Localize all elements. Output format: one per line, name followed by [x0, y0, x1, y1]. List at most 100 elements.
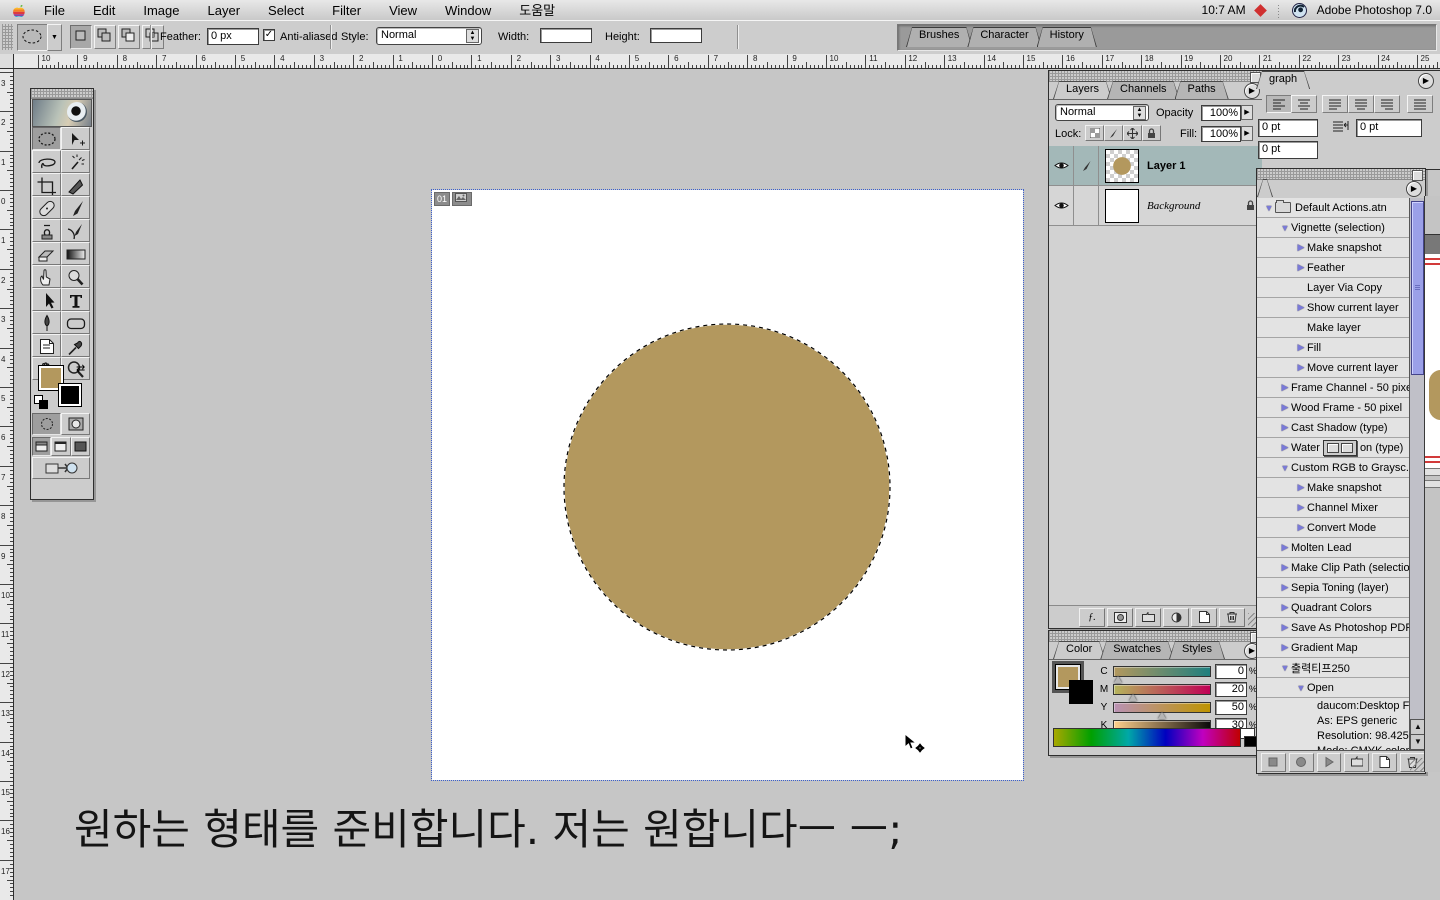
lock-all-button[interactable]	[1142, 125, 1161, 141]
type-tool[interactable]	[61, 288, 90, 311]
background-color-swatch[interactable]	[1069, 680, 1093, 704]
action-row[interactable]: ▶Quadrant Colors	[1257, 598, 1409, 618]
slider-value-input[interactable]: 20	[1215, 682, 1247, 697]
lock-pixels-button[interactable]	[1104, 125, 1123, 141]
action-row[interactable]: ▶Channel Mixer	[1257, 498, 1409, 518]
quick-mask-mode-button[interactable]	[61, 413, 90, 435]
fill-input[interactable]: 100%	[1201, 126, 1241, 142]
align-button-0[interactable]	[1266, 95, 1292, 113]
action-row[interactable]: ▶Fill	[1257, 338, 1409, 358]
action-row[interactable]: ▼Vignette (selection)	[1257, 218, 1409, 238]
menu-item-View[interactable]: View	[375, 1, 431, 20]
slider-track[interactable]	[1113, 666, 1211, 677]
align-button-4[interactable]	[1374, 95, 1400, 113]
blend-mode-select[interactable]: Normal▲▼	[1055, 104, 1149, 121]
collapsed-arrow-icon[interactable]: ▶	[1279, 442, 1291, 453]
collapsed-arrow-icon[interactable]: ▶	[1279, 642, 1291, 653]
visibility-eye-icon[interactable]	[1049, 186, 1074, 225]
align-button-5[interactable]	[1407, 95, 1433, 113]
mini-widget-box[interactable]	[1341, 443, 1353, 453]
photoshop-app-icon[interactable]	[1292, 3, 1307, 18]
menu-item-Select[interactable]: Select	[254, 1, 318, 20]
expanded-arrow-icon[interactable]: ▼	[1279, 223, 1291, 233]
indent-first-field[interactable]: 0 pt	[1258, 141, 1318, 159]
anti-aliased-checkbox[interactable]: ✓	[263, 29, 275, 41]
action-row[interactable]: ▶Move current layer	[1257, 358, 1409, 378]
action-row[interactable]: ▶Wood Frame - 50 pixel	[1257, 398, 1409, 418]
app-name[interactable]: Adobe Photoshop 7.0	[1317, 3, 1432, 17]
clone-stamp-tool[interactable]	[32, 219, 61, 242]
mini-widget-box[interactable]	[1327, 443, 1339, 453]
well-tab-history[interactable]: History	[1037, 27, 1097, 47]
gradient-tool[interactable]	[61, 242, 90, 265]
action-row[interactable]: ▶Make snapshot	[1257, 478, 1409, 498]
stop-button[interactable]	[1261, 753, 1286, 772]
tool-preset-dropdown[interactable]: ▼	[47, 24, 62, 51]
layer-style-button[interactable]: ƒ.	[1079, 608, 1105, 627]
opacity-input[interactable]: 100%	[1201, 105, 1241, 121]
collapsed-arrow-icon[interactable]: ▶	[1279, 402, 1291, 413]
menu-item-Filter[interactable]: Filter	[318, 1, 375, 20]
pen-tool[interactable]	[32, 311, 61, 334]
eraser-tool[interactable]	[32, 242, 61, 265]
visibility-eye-icon[interactable]	[1049, 146, 1074, 185]
actions-tab[interactable]	[1257, 179, 1273, 197]
eyedropper-tool[interactable]	[61, 334, 90, 357]
menu-item-Layer[interactable]: Layer	[194, 1, 255, 20]
width-input[interactable]	[540, 28, 592, 43]
smudge-tool[interactable]	[32, 265, 61, 288]
action-row[interactable]: ▶Sepia Toning (layer)	[1257, 578, 1409, 598]
horizontal-ruler[interactable]: 1098765432101234567891011121314151617181…	[0, 54, 1440, 69]
move-tool[interactable]	[61, 127, 90, 150]
indent-right-field[interactable]: 0 pt	[1356, 119, 1422, 137]
standard-screen-button[interactable]	[32, 437, 51, 456]
action-row[interactable]: ▼출력티프250	[1257, 658, 1409, 678]
action-row[interactable]: ▼Default Actions.atn	[1257, 198, 1409, 218]
delete-layer-button[interactable]	[1219, 608, 1245, 627]
action-row[interactable]: ▶Convert Mode	[1257, 518, 1409, 538]
tab-paths[interactable]: Paths	[1175, 81, 1229, 99]
clock[interactable]: 10:7 AM	[1202, 3, 1246, 17]
add-to-selection-button[interactable]	[94, 25, 116, 49]
toolbox-banner[interactable]	[32, 99, 92, 127]
collapsed-arrow-icon[interactable]: ▶	[1279, 542, 1291, 553]
shape-tool[interactable]	[61, 311, 90, 334]
palette-menu-button[interactable]: ▶	[1406, 181, 1422, 197]
tab-styles[interactable]: Styles	[1169, 641, 1225, 659]
fill-arrow[interactable]: ▶	[1241, 126, 1253, 141]
feather-input[interactable]: 0 px	[207, 28, 259, 45]
new-set-button[interactable]	[1344, 753, 1369, 772]
elliptical-marquee-tool[interactable]	[32, 127, 61, 150]
standard-mode-button[interactable]	[32, 413, 61, 435]
stepper-icon[interactable]: ▲▼	[1133, 106, 1146, 120]
action-row[interactable]: ▶Molten Lead	[1257, 538, 1409, 558]
color-spectrum-ramp[interactable]	[1053, 728, 1241, 747]
align-button-1[interactable]	[1291, 95, 1317, 113]
path-select-tool[interactable]	[32, 288, 61, 311]
expanded-arrow-icon[interactable]: ▼	[1295, 683, 1307, 693]
align-button-2[interactable]	[1322, 95, 1348, 113]
action-row[interactable]: ▶Cast Shadow (type)	[1257, 418, 1409, 438]
current-tool-button[interactable]	[17, 24, 49, 51]
action-row[interactable]: ▼Custom RGB to Graysc...	[1257, 458, 1409, 478]
action-row[interactable]: Make layer	[1257, 318, 1409, 338]
collapsed-arrow-icon[interactable]: ▶	[1279, 422, 1291, 433]
new-action-button[interactable]	[1372, 753, 1397, 772]
indent-left-field[interactable]: 0 pt	[1258, 119, 1318, 137]
slider-value-input[interactable]: 50	[1215, 700, 1247, 715]
magic-wand-tool[interactable]	[61, 150, 90, 173]
record-button[interactable]	[1289, 753, 1314, 772]
collapsed-arrow-icon[interactable]: ▶	[1295, 362, 1307, 373]
collapsed-arrow-icon[interactable]: ▶	[1279, 382, 1291, 393]
slider-value-input[interactable]: 0	[1215, 664, 1247, 679]
slider-track[interactable]	[1113, 684, 1211, 695]
menu-item-Edit[interactable]: Edit	[79, 1, 129, 20]
play-button[interactable]	[1317, 753, 1342, 772]
action-row[interactable]: ▶Frame Channel - 50 pixel	[1257, 378, 1409, 398]
collapsed-arrow-icon[interactable]: ▶	[1295, 502, 1307, 513]
scrollbar-thumb[interactable]	[1411, 201, 1424, 375]
default-colors-icon[interactable]	[34, 395, 47, 408]
background-color-swatch[interactable]	[58, 383, 82, 407]
subtract-from-selection-button[interactable]	[118, 25, 140, 49]
swap-colors-icon[interactable]: ⇄	[76, 362, 85, 375]
